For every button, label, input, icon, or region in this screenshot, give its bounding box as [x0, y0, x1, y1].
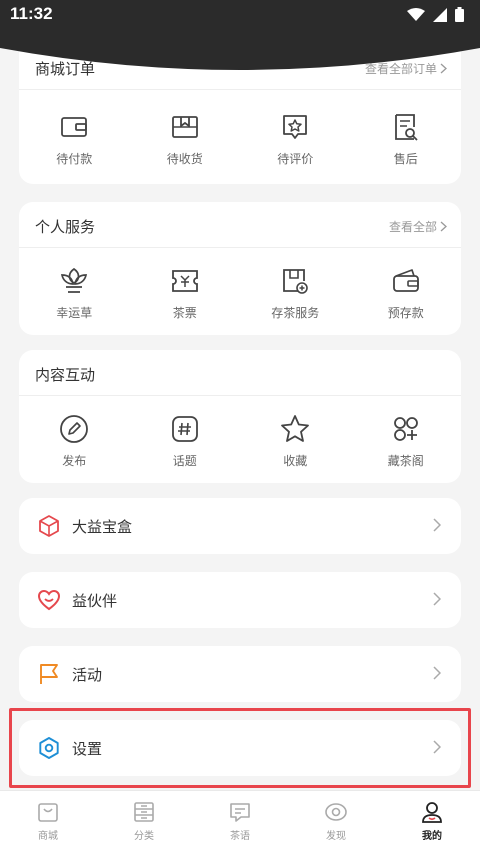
tab-label: 我的 — [422, 831, 442, 842]
chevron-right-icon — [440, 221, 447, 232]
menu-row-partners[interactable]: 益伙伴 — [19, 572, 461, 628]
tab-discover[interactable]: 发现 — [288, 791, 384, 853]
menu-row-label: 设置 — [72, 740, 103, 758]
service-item-lucky-clover[interactable]: 幸运草 — [19, 248, 130, 342]
service-item-label: 茶票 — [172, 306, 197, 320]
interaction-item-label: 发布 — [62, 454, 87, 468]
grid-plus-icon — [393, 417, 418, 441]
service-item-tea-ticket[interactable]: 茶票 — [130, 248, 241, 342]
wifi-icon — [407, 7, 425, 21]
tab-label: 商城 — [38, 831, 58, 842]
personal-services-header: 个人服务 查看全部 — [19, 202, 461, 248]
content-interaction-card: 内容互动 发布 话题 收藏 藏茶阁 — [19, 350, 461, 483]
shop-icon — [38, 803, 58, 822]
personal-services-grid: 幸运草 茶票 存茶服务 预存款 — [19, 248, 461, 342]
chat-icon — [230, 803, 250, 822]
star-icon — [281, 415, 310, 442]
tab-shop[interactable]: 商城 — [0, 791, 96, 853]
tea-storage-icon — [283, 269, 309, 294]
interaction-item-publish[interactable]: 发布 — [19, 396, 130, 490]
battery-icon — [455, 7, 464, 22]
tab-tea-talk[interactable]: 茶语 — [192, 791, 288, 853]
discover-icon — [325, 803, 347, 821]
order-item-after-sales[interactable]: 售后 — [351, 90, 462, 184]
chevron-right-icon — [433, 592, 441, 606]
bottom-tab-bar: 商城 分类 茶语 发现 我的 — [0, 790, 480, 853]
system-icons — [407, 7, 464, 22]
hashtag-icon — [171, 416, 198, 442]
service-item-label: 存茶服务 — [271, 306, 320, 320]
pencil-icon — [60, 415, 89, 443]
interaction-item-label: 话题 — [172, 454, 197, 468]
content-interaction-header: 内容互动 — [19, 350, 461, 396]
tab-label: 发现 — [326, 831, 346, 842]
service-item-label: 幸运草 — [56, 306, 93, 320]
category-icon — [134, 802, 154, 822]
personal-services-card: 个人服务 查看全部 幸运草 茶票 存茶服务 预存款 — [19, 202, 461, 335]
order-item-pending-receipt[interactable]: 待收货 — [130, 90, 241, 184]
order-item-label: 待评价 — [277, 152, 314, 166]
menu-row-label: 大益宝盒 — [72, 518, 133, 536]
mall-orders-grid: 待付款 待收货 待评价 售后 — [19, 90, 461, 184]
order-item-pending-payment[interactable]: 待付款 — [19, 90, 130, 184]
view-all-services-link[interactable]: 查看全部 — [389, 218, 447, 235]
interaction-item-label: 藏茶阁 — [387, 454, 424, 468]
order-item-label: 待付款 — [56, 152, 93, 166]
content-interaction-grid: 发布 话题 收藏 藏茶阁 — [19, 396, 461, 490]
signal-icon — [433, 7, 447, 22]
interaction-item-label: 收藏 — [283, 454, 308, 468]
content-interaction-title: 内容互动 — [35, 366, 96, 384]
tab-profile[interactable]: 我的 — [384, 791, 480, 853]
tab-category[interactable]: 分类 — [96, 791, 192, 853]
package-icon — [171, 116, 198, 138]
chevron-right-icon — [433, 740, 441, 754]
tab-label: 分类 — [134, 831, 154, 842]
service-item-prepaid[interactable]: 预存款 — [351, 248, 462, 342]
menu-row-activities[interactable]: 活动 — [19, 646, 461, 702]
profile-icon — [422, 802, 442, 823]
settings-icon — [39, 737, 59, 759]
view-all-services-label: 查看全部 — [388, 220, 437, 234]
heart-icon — [37, 589, 61, 611]
menu-row-dayi-box[interactable]: 大益宝盒 — [19, 498, 461, 554]
purse-icon — [392, 269, 419, 292]
menu-row-label: 活动 — [72, 666, 103, 684]
flag-icon — [40, 664, 58, 684]
tab-label: 茶语 — [230, 831, 250, 842]
status-bar: 11:32 — [0, 0, 480, 30]
service-item-tea-storage[interactable]: 存茶服务 — [240, 248, 351, 342]
wallet-icon — [61, 117, 88, 137]
interaction-item-tea-collection[interactable]: 藏茶阁 — [351, 396, 462, 490]
personal-services-title: 个人服务 — [35, 218, 96, 236]
doc-search-icon — [394, 114, 418, 141]
order-item-label: 待收货 — [166, 152, 203, 166]
chevron-right-icon — [433, 518, 441, 532]
chevron-right-icon — [433, 666, 441, 680]
plant-icon — [61, 267, 88, 293]
order-item-pending-review[interactable]: 待评价 — [240, 90, 351, 184]
service-item-label: 预存款 — [387, 306, 424, 320]
box-icon — [39, 515, 59, 537]
ticket-icon — [171, 270, 198, 292]
order-item-label: 售后 — [393, 152, 418, 166]
profile-content[interactable]: 商城订单 查看全部订单 待付款 待收货 待评价 售后 个人服务 查看全部 幸运草… — [0, 30, 480, 790]
status-time: 11:32 — [10, 4, 53, 23]
menu-row-label: 益伙伴 — [72, 592, 118, 610]
interaction-item-topic[interactable]: 话题 — [130, 396, 241, 490]
star-chat-icon — [283, 115, 308, 139]
menu-row-settings[interactable]: 设置 — [19, 720, 461, 776]
interaction-item-favorites[interactable]: 收藏 — [240, 396, 351, 490]
